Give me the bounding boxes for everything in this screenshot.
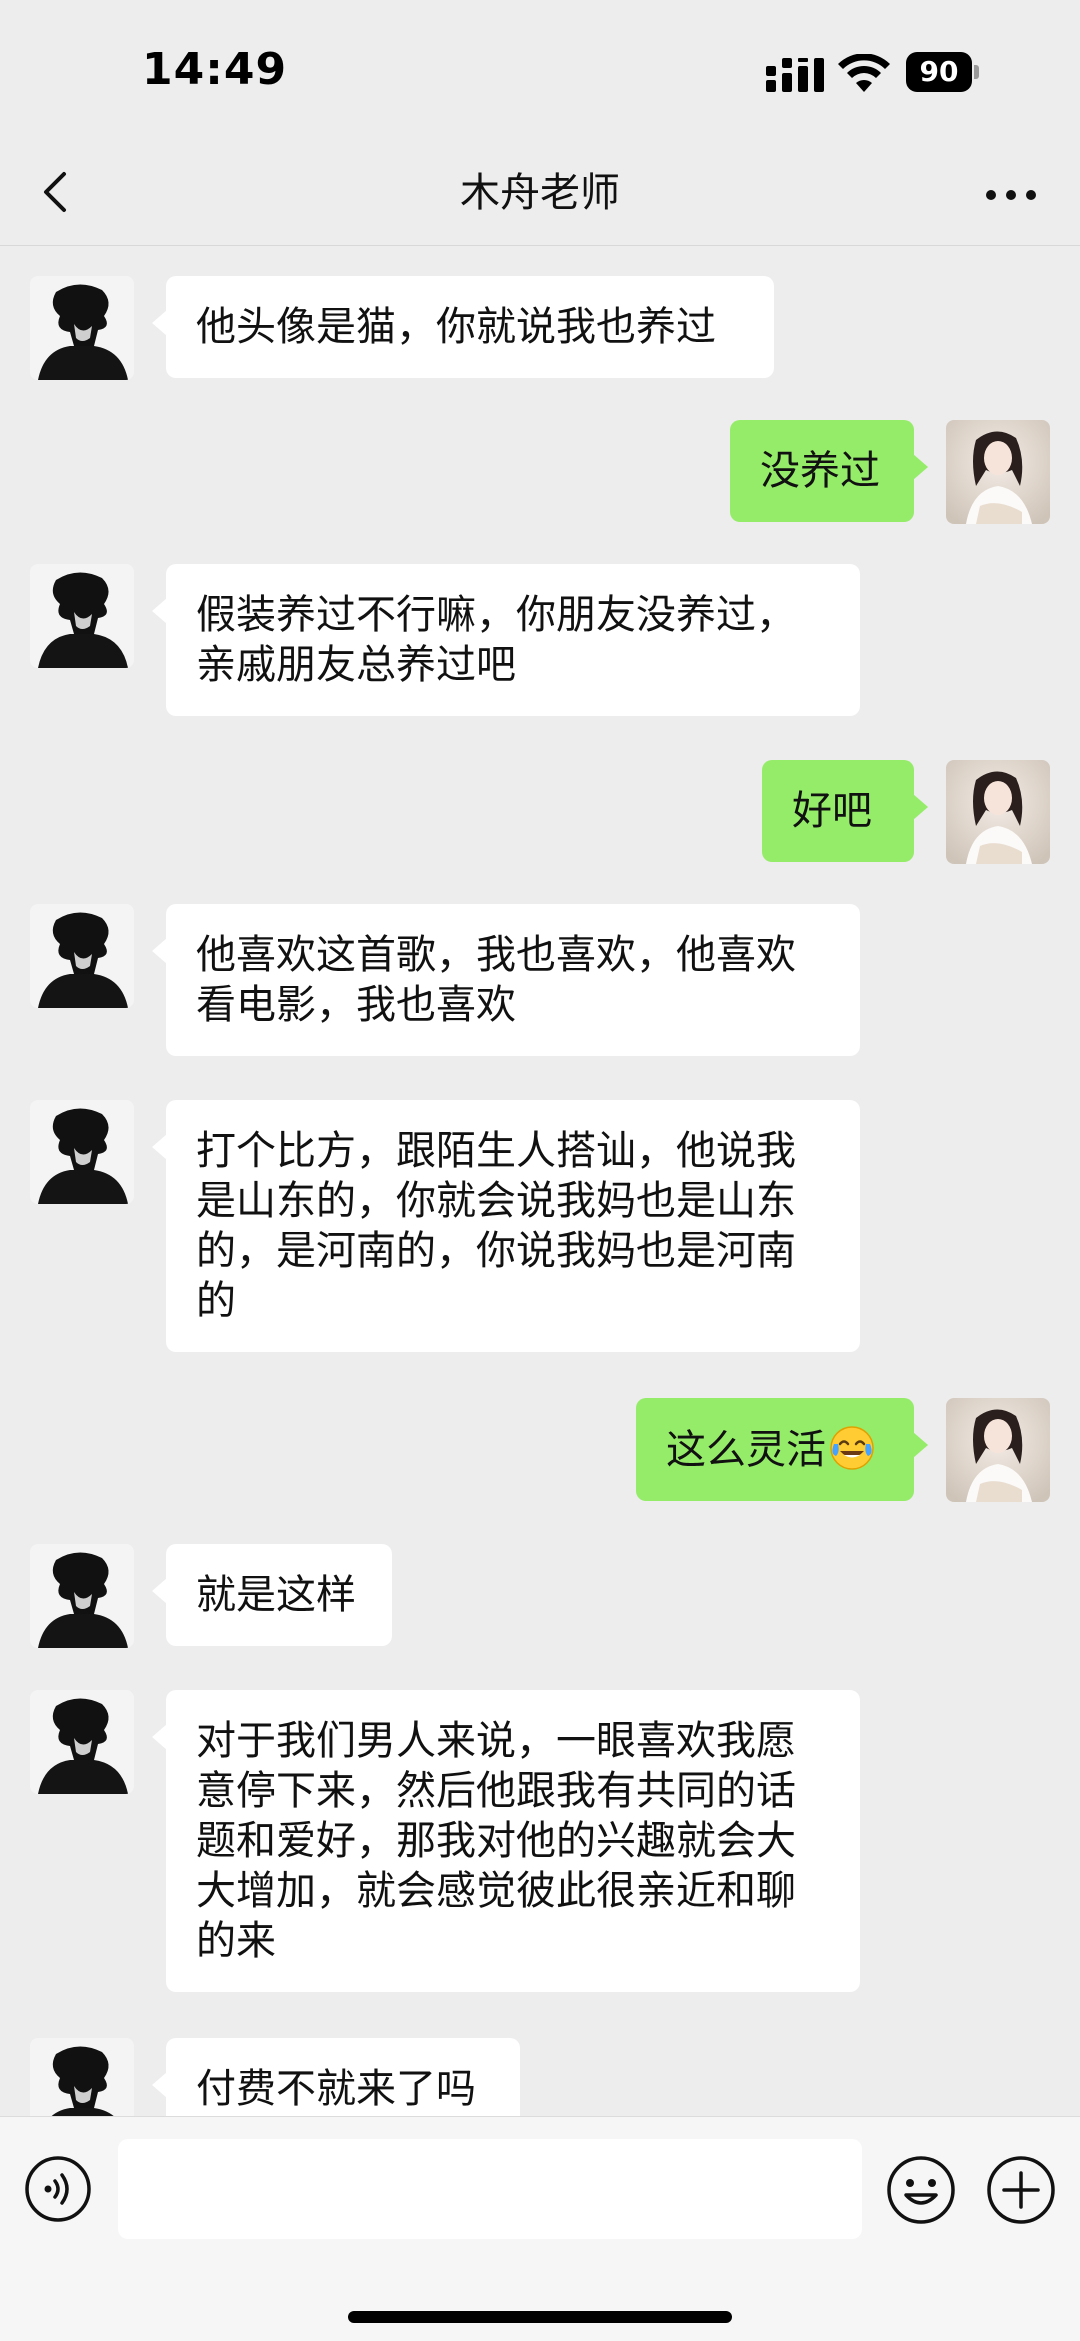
message-input[interactable]	[118, 2139, 862, 2239]
smiley-icon[interactable]	[886, 2155, 956, 2225]
battery-indicator: 90	[906, 52, 979, 92]
battery-level: 90	[919, 55, 959, 88]
avatar-teacher[interactable]	[30, 276, 134, 380]
face-with-tears-of-joy-icon	[830, 1426, 874, 1470]
avatar-me[interactable]	[946, 1398, 1050, 1502]
status-time: 14:49	[142, 44, 288, 95]
message-bubble-outgoing[interactable]: 好吧	[762, 760, 928, 862]
message-text: 这么灵活	[666, 1427, 826, 1473]
avatar-me[interactable]	[946, 420, 1050, 524]
home-indicator[interactable]	[348, 2311, 732, 2323]
chevron-left-icon[interactable]	[28, 162, 88, 222]
avatar-teacher[interactable]	[30, 1100, 134, 1204]
message-bubble-outgoing[interactable]: 没养过	[730, 420, 928, 522]
avatar-teacher[interactable]	[30, 904, 134, 1008]
voice-icon[interactable]	[24, 2155, 92, 2223]
message-bubble-incoming[interactable]: 打个比方，跟陌生人搭讪，他说我是山东的，你就会说我妈也是山东的，是河南的，你说我…	[152, 1100, 860, 1352]
message-bubble-incoming[interactable]: 就是这样	[152, 1544, 392, 1646]
status-bar: 14:49 90	[0, 0, 1080, 140]
message-bubble-incoming[interactable]: 对于我们男人来说，一眼喜欢我愿意停下来，然后他跟我有共同的话题和爱好，那我对他的…	[152, 1690, 860, 1992]
wifi-icon	[838, 54, 890, 92]
message-bubble-incoming[interactable]: 他喜欢这首歌，我也喜欢，他喜欢看电影，我也喜欢	[152, 904, 860, 1056]
plus-icon[interactable]	[986, 2155, 1056, 2225]
chat-title: 木舟老师	[460, 170, 620, 216]
avatar-teacher[interactable]	[30, 564, 134, 668]
chat-input-bar	[0, 2116, 1080, 2341]
avatar-teacher[interactable]	[30, 1690, 134, 1794]
chat-header: 木舟老师	[0, 140, 1080, 246]
message-bubble-incoming[interactable]: 他头像是猫，你就说我也养过	[152, 276, 774, 378]
message-bubble-incoming[interactable]: 假装养过不行嘛，你朋友没养过，亲戚朋友总养过吧	[152, 564, 860, 716]
avatar-teacher[interactable]	[30, 1544, 134, 1648]
message-bubble-outgoing[interactable]: 这么灵活	[636, 1398, 928, 1501]
cellular-signal-icon	[766, 58, 824, 92]
more-dots-icon[interactable]	[976, 170, 1046, 220]
avatar-me[interactable]	[946, 760, 1050, 864]
